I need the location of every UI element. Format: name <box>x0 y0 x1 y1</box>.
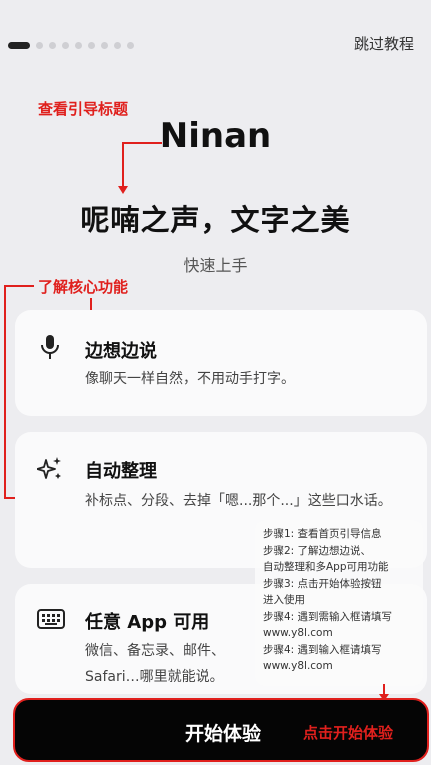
start-experience-button[interactable]: 开始体验 点击开始体验 <box>13 698 429 762</box>
page-dot-active <box>8 41 30 49</box>
page-dot <box>36 41 43 49</box>
annotation-arrow <box>4 285 6 499</box>
annotation-button-note: 点击开始体验 <box>303 724 394 742</box>
step-line: 步骤2: 了解边想边说、 <box>263 544 372 557</box>
step-line: www.y8l.com <box>263 627 333 639</box>
app-title: Ninan <box>159 116 272 156</box>
feature-description: 补标点、分段、去掉「嗯...那个...」这些口水话。 <box>85 493 392 509</box>
annotation-arrow-head <box>118 186 128 194</box>
keyboard-icon <box>37 606 65 632</box>
page-indicator <box>8 40 134 50</box>
page-dot <box>114 41 121 49</box>
feature-title: 自动整理 <box>85 461 157 482</box>
feature-title: 任意 App 可用 <box>85 612 210 633</box>
annotation-arrow <box>4 285 34 287</box>
step-line: 步骤3: 点击开始体验按钮 <box>263 577 382 590</box>
step-line: 进入使用 <box>263 594 305 606</box>
step-line: 步骤4: 遇到需输入框请填写 <box>263 610 393 623</box>
feature-title: 边想边说 <box>85 341 157 362</box>
steps-overlay: 步骤1: 查看首页引导信息 步骤2: 了解边想边说、 自动整理和多App可用功能… <box>255 520 423 686</box>
feature-description: 像聊天一样自然，不用动手打字。 <box>85 371 295 387</box>
skip-tutorial-button[interactable]: 跳过教程 <box>354 33 414 54</box>
page-dot <box>88 41 95 49</box>
feature-description: 微信、备忘录、邮件、Safari…哪里就能说。 <box>85 643 225 685</box>
step-line: www.y8l.com <box>263 660 333 672</box>
microphone-icon <box>37 334 63 360</box>
step-line: 自动整理和多App可用功能 <box>263 561 389 573</box>
page-dot <box>49 41 56 49</box>
quick-start-tagline: 快速上手 <box>183 256 248 275</box>
page-dot <box>127 41 134 49</box>
sparkles-icon <box>37 456 63 482</box>
step-line: 步骤4: 遇到输入框请填写 <box>263 643 382 656</box>
page-dot <box>101 41 108 49</box>
page-dot <box>62 41 69 49</box>
step-line: 步骤1: 查看首页引导信息 <box>263 528 382 540</box>
app-subtitle: 呢喃之声，文字之美 <box>80 203 351 237</box>
feature-card-think-speak: 边想边说 像聊天一样自然，不用动手打字。 <box>15 310 427 416</box>
page-dot <box>75 41 82 49</box>
annotation-feature-note: 了解核心功能 <box>38 278 129 296</box>
